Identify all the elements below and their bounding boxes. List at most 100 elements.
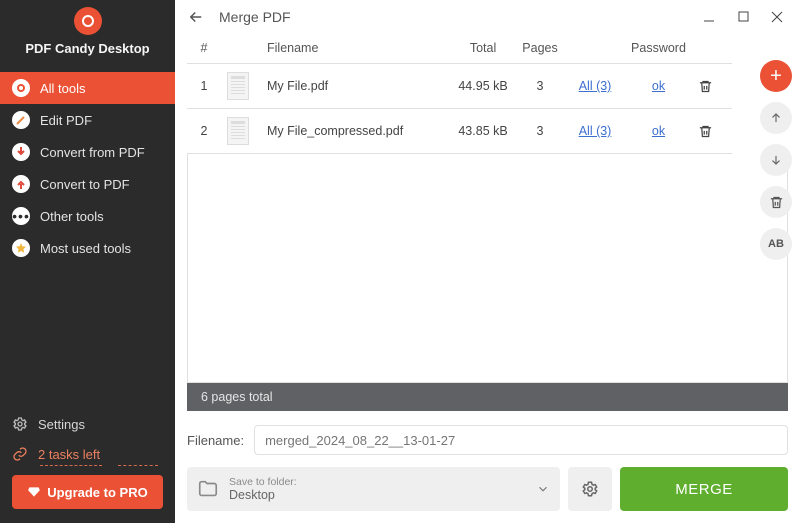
sidebar-nav: All tools Edit PDF Convert from PDF Conv… (0, 72, 175, 264)
pencil-icon (12, 111, 30, 129)
save-folder-label: Save to folder: (229, 476, 297, 488)
cell-total: 44.95 kB (451, 64, 515, 109)
status-text: 6 pages total (201, 390, 273, 404)
col-password: Password (625, 33, 692, 64)
folder-icon (197, 478, 219, 500)
table-row[interactable]: 1 My File.pdf 44.95 kB 3 All (3) ok (187, 64, 732, 109)
gear-icon (12, 416, 28, 432)
status-bar: 6 pages total (187, 383, 788, 411)
pdf-thumbnail-icon (227, 72, 249, 100)
filename-input[interactable] (254, 425, 788, 455)
swirl-icon (12, 79, 30, 97)
col-total: Total (451, 33, 515, 64)
sidebar-item-label: Convert to PDF (40, 177, 130, 192)
sidebar-footer: Settings 2 tasks left Upgrade to PRO (0, 399, 175, 523)
file-table: # Filename Total Pages Password 1 My Fil… (187, 33, 732, 154)
sidebar-item-most-used[interactable]: Most used tools (0, 232, 175, 264)
filename-row: Filename: (187, 425, 788, 455)
save-folder-select[interactable]: Save to folder: Desktop (187, 467, 560, 511)
upload-icon (12, 175, 30, 193)
sidebar-item-edit-pdf[interactable]: Edit PDF (0, 104, 175, 136)
delete-row-button[interactable] (698, 124, 726, 139)
cell-num: 2 (187, 109, 221, 154)
close-button[interactable] (760, 2, 794, 32)
arrow-left-icon (187, 8, 205, 26)
col-pages (565, 33, 625, 64)
minimize-icon (703, 11, 715, 23)
password-link[interactable]: ok (652, 79, 665, 93)
maximize-button[interactable] (726, 2, 760, 32)
arrow-down-icon (769, 153, 783, 167)
password-link[interactable]: ok (652, 124, 665, 138)
trash-icon (769, 195, 784, 210)
star-icon (12, 239, 30, 257)
table-row[interactable]: 2 My File_compressed.pdf 43.85 kB 3 All … (187, 109, 732, 154)
upgrade-label: Upgrade to PRO (47, 485, 147, 500)
trash-icon (698, 79, 713, 94)
sidebar-item-label: Convert from PDF (40, 145, 145, 160)
save-folder-value: Desktop (229, 488, 297, 502)
cell-pagecount: 3 (515, 109, 565, 154)
col-delete (692, 33, 732, 64)
download-icon (12, 143, 30, 161)
cell-filename: My File.pdf (261, 64, 451, 109)
col-num: # (187, 33, 221, 64)
back-button[interactable] (187, 8, 207, 26)
sidebar-item-all-tools[interactable]: All tools (0, 72, 175, 104)
app-logo (74, 7, 102, 35)
sidebar-settings[interactable]: Settings (12, 409, 163, 439)
diamond-icon (27, 485, 41, 499)
sidebar-item-label: Edit PDF (40, 113, 92, 128)
sidebar-item-label: All tools (40, 81, 86, 96)
bottom-bar: Save to folder: Desktop MERGE (187, 467, 788, 511)
sidebar-item-other-tools[interactable]: ••• Other tools (0, 200, 175, 232)
pages-link[interactable]: All (3) (579, 79, 612, 93)
cell-pagecount: 3 (515, 64, 565, 109)
save-folder-text: Save to folder: Desktop (229, 476, 297, 502)
tasks-label: 2 tasks left (38, 447, 100, 462)
gear-icon (581, 480, 599, 498)
merge-button[interactable]: MERGE (620, 467, 788, 511)
link-icon (12, 446, 28, 462)
cell-total: 43.85 kB (451, 109, 515, 154)
page-title: Merge PDF (219, 9, 291, 25)
col-pagecount: Pages (515, 33, 565, 64)
arrow-up-icon (769, 111, 783, 125)
cell-thumb (221, 64, 261, 109)
filename-label: Filename: (187, 433, 244, 448)
delete-all-button[interactable] (760, 186, 792, 218)
pages-link[interactable]: All (3) (579, 124, 612, 138)
move-down-button[interactable] (760, 144, 792, 176)
upgrade-button[interactable]: Upgrade to PRO (12, 475, 163, 509)
file-table-wrap: # Filename Total Pages Password 1 My Fil… (187, 33, 788, 154)
sidebar-item-convert-to-pdf[interactable]: Convert to PDF (0, 168, 175, 200)
delete-row-button[interactable] (698, 79, 726, 94)
col-thumb (221, 33, 261, 64)
sidebar-item-label: Most used tools (40, 241, 131, 256)
right-rail: + AB (758, 60, 794, 260)
window-controls (692, 2, 794, 32)
move-up-button[interactable] (760, 102, 792, 134)
sidebar-tasks-left[interactable]: 2 tasks left (12, 439, 163, 469)
sidebar: PDF Candy Desktop All tools Edit PDF Con… (0, 0, 175, 523)
add-file-button[interactable]: + (760, 60, 792, 92)
cell-thumb (221, 109, 261, 154)
close-icon (771, 11, 783, 23)
titlebar: Merge PDF (175, 0, 800, 33)
chevron-down-icon (536, 482, 550, 496)
pdf-thumbnail-icon (227, 117, 249, 145)
dots-icon: ••• (12, 207, 30, 225)
maximize-icon (738, 11, 749, 22)
plus-icon: + (770, 65, 782, 88)
table-header-row: # Filename Total Pages Password (187, 33, 732, 64)
sidebar-item-label: Other tools (40, 209, 104, 224)
minimize-button[interactable] (692, 2, 726, 32)
sidebar-item-convert-from-pdf[interactable]: Convert from PDF (0, 136, 175, 168)
sidebar-logo-area: PDF Candy Desktop (0, 0, 175, 62)
settings-label: Settings (38, 417, 85, 432)
col-filename: Filename (261, 33, 451, 64)
app-title: PDF Candy Desktop (25, 41, 149, 56)
cell-num: 1 (187, 64, 221, 109)
output-settings-button[interactable] (568, 467, 612, 511)
sort-button[interactable]: AB (760, 228, 792, 260)
